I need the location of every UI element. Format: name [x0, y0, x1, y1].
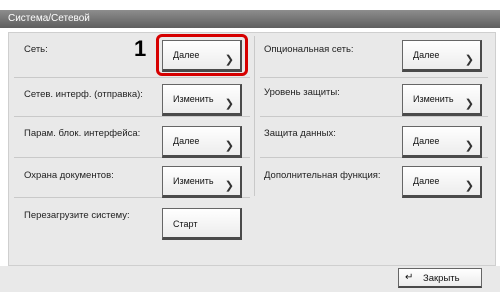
button-label: Далее [413, 136, 440, 146]
security-level-change-button[interactable]: Изменить ❯ [402, 84, 482, 116]
document-guard-change-button[interactable]: Изменить ❯ [162, 166, 242, 198]
window-title: Система/Сетевой [8, 13, 90, 24]
network-label: Сеть: [24, 44, 48, 55]
additional-function-next-button[interactable]: Далее ❯ [402, 166, 482, 198]
optional-network-next-button[interactable]: Далее ❯ [402, 40, 482, 72]
button-label: Далее [413, 176, 440, 186]
chevron-right-icon: ❯ [464, 180, 474, 192]
document-guard-label: Охрана документов: [24, 170, 114, 181]
interface-block-label: Парам. блок. интерфейса: [24, 128, 141, 139]
title-bar: Система/Сетевой [0, 10, 500, 28]
step-highlight-frame [156, 34, 248, 76]
chevron-right-icon: ❯ [464, 54, 474, 66]
row-separator [260, 77, 488, 78]
restart-system-label: Перезагрузите систему: [24, 210, 130, 221]
data-protection-label: Защита данных: [264, 128, 336, 139]
close-button-label: Закрыть [423, 273, 460, 284]
chevron-right-icon: ❯ [224, 140, 234, 152]
row-separator [14, 116, 250, 117]
data-protection-next-button[interactable]: Далее ❯ [402, 126, 482, 158]
chevron-right-icon: ❯ [224, 180, 234, 192]
restart-start-button[interactable]: Старт [162, 208, 242, 240]
security-level-label: Уровень защиты: [264, 87, 340, 98]
button-label: Далее [173, 136, 200, 146]
enter-return-icon: ↵ [405, 272, 414, 283]
network-interface-change-button[interactable]: Изменить ❯ [162, 84, 242, 116]
button-label: Далее [413, 50, 440, 60]
column-divider [254, 36, 255, 196]
network-interface-send-label: Сетев. интерф. (отправка): [24, 89, 143, 100]
chevron-right-icon: ❯ [464, 140, 474, 152]
close-button[interactable]: ↵ Закрыть [398, 268, 482, 288]
button-label: Старт [173, 219, 198, 229]
button-label: Изменить [173, 176, 214, 186]
additional-function-label: Дополнительная функция: [264, 170, 381, 181]
row-separator [14, 77, 250, 78]
chevron-right-icon: ❯ [224, 98, 234, 110]
button-label: Изменить [173, 94, 214, 104]
row-separator [260, 116, 488, 117]
step-callout-number: 1 [134, 36, 147, 61]
interface-block-next-button[interactable]: Далее ❯ [162, 126, 242, 158]
chevron-right-icon: ❯ [464, 98, 474, 110]
button-label: Изменить [413, 94, 454, 104]
optional-network-label: Опциональная сеть: [264, 44, 354, 55]
system-network-window: Система/Сетевой Сеть: Далее ❯ 1 Сетев. и… [0, 0, 500, 292]
